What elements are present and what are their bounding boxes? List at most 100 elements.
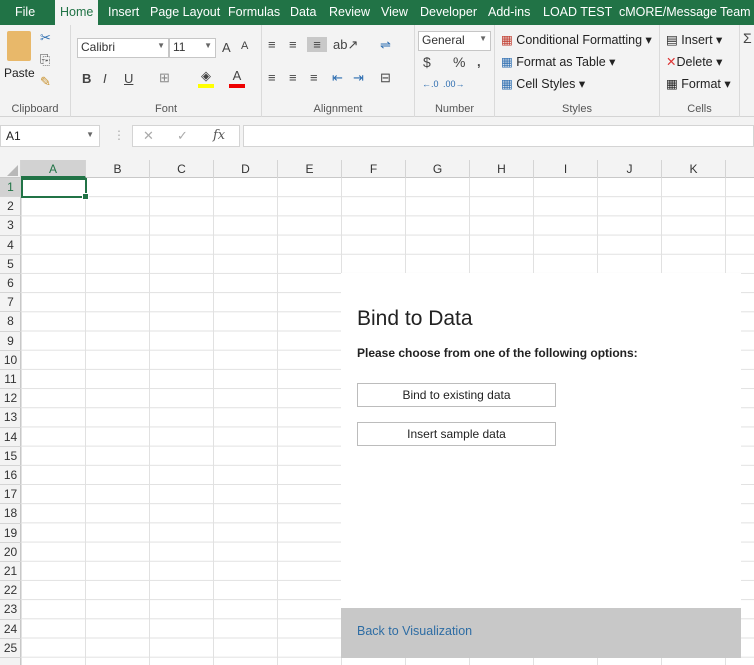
formula-input[interactable]	[243, 125, 754, 147]
row-header-1[interactable]: 1	[0, 178, 21, 198]
tab-home[interactable]: Home	[55, 0, 99, 25]
column-header-I[interactable]: I	[534, 160, 598, 178]
font-color-button[interactable]: A	[229, 68, 245, 88]
paste-button[interactable]: Paste	[4, 66, 35, 80]
row-header-19[interactable]: 19	[0, 524, 21, 543]
middle-align-icon[interactable]: ≡	[289, 37, 297, 52]
autosum-button[interactable]: Σ	[743, 30, 752, 46]
row-header-3[interactable]: 3	[0, 216, 21, 236]
column-header-A[interactable]: A	[21, 160, 86, 178]
bind-existing-data-button[interactable]: Bind to existing data	[357, 383, 556, 407]
top-align-icon[interactable]: ≡	[268, 37, 276, 52]
row-header-16[interactable]: 16	[0, 466, 21, 486]
bottom-align-icon[interactable]: ≡	[307, 37, 327, 52]
orientation-icon[interactable]: ab↗	[333, 37, 358, 53]
tab-data[interactable]: Data	[290, 0, 316, 25]
tab-developer[interactable]: Developer	[420, 0, 477, 25]
bold-button[interactable]: B	[82, 71, 91, 86]
row-header-25[interactable]: 25	[0, 639, 21, 658]
insert-cells-button[interactable]: ▤ Insert ▾	[666, 32, 722, 47]
tab-cmore-message[interactable]: cMORE/Message	[619, 0, 717, 25]
row-header-21[interactable]: 21	[0, 562, 21, 582]
selected-cell[interactable]	[21, 178, 89, 200]
tab-view[interactable]: View	[381, 0, 408, 25]
fill-color-icon[interactable]: ◈	[198, 68, 214, 88]
tab-insert[interactable]: Insert	[108, 0, 139, 25]
font-name-select[interactable]: Calibri ▼	[77, 38, 169, 58]
row-header-17[interactable]: 17	[0, 485, 21, 505]
row-header-14[interactable]: 14	[0, 428, 21, 447]
select-all-button[interactable]	[0, 160, 21, 178]
row-header-8[interactable]: 8	[0, 312, 21, 332]
row-header-22[interactable]: 22	[0, 581, 21, 601]
number-format-select[interactable]: General ▼	[418, 31, 491, 51]
tab-load-test[interactable]: LOAD TEST	[543, 0, 612, 25]
tab-team[interactable]: Team	[720, 0, 751, 25]
column-header-J[interactable]: J	[598, 160, 662, 178]
borders-icon[interactable]: ⊞	[159, 70, 170, 86]
row-header-9[interactable]: 9	[0, 332, 21, 351]
percent-button[interactable]: %	[453, 54, 465, 70]
name-box[interactable]: A1 ▼	[0, 125, 100, 147]
decrease-indent-icon[interactable]: ⇤	[332, 70, 343, 86]
tab-add-ins[interactable]: Add-ins	[488, 0, 530, 25]
increase-decimal-icon[interactable]: ←.0	[422, 79, 439, 89]
row-header-18[interactable]: 18	[0, 504, 21, 524]
row-header-11[interactable]: 11	[0, 370, 21, 390]
wrap-text-icon[interactable]: ⇌	[380, 37, 391, 53]
column-header-B[interactable]: B	[86, 160, 150, 178]
column-header-G[interactable]: G	[406, 160, 470, 178]
insert-sample-data-button[interactable]: Insert sample data	[357, 422, 556, 446]
comma-button[interactable]: ,	[477, 54, 481, 69]
number-label: Number	[434, 103, 475, 115]
shrink-font-button[interactable]: A	[241, 40, 248, 52]
column-header-F[interactable]: F	[342, 160, 406, 178]
cancel-icon[interactable]: ✕	[143, 128, 154, 144]
row-header-5[interactable]: 5	[0, 255, 21, 274]
format-painter-icon[interactable]: ✎	[40, 74, 51, 90]
row-header-7[interactable]: 7	[0, 293, 21, 313]
row-header-2[interactable]: 2	[0, 197, 21, 217]
align-right-icon[interactable]: ≡	[310, 70, 318, 85]
format-cells-button[interactable]: ▦ Format ▾	[666, 76, 731, 91]
currency-button[interactable]: $	[423, 54, 431, 70]
tab-review[interactable]: Review	[329, 0, 370, 25]
column-header-D[interactable]: D	[214, 160, 278, 178]
merge-center-icon[interactable]: ⊟	[380, 70, 391, 86]
column-header-C[interactable]: C	[150, 160, 214, 178]
tab-formulas[interactable]: Formulas	[228, 0, 280, 25]
enter-icon[interactable]: ✓	[177, 128, 188, 144]
row-header-20[interactable]: 20	[0, 543, 21, 562]
align-center-icon[interactable]: ≡	[289, 70, 297, 85]
cells-label: Cells	[687, 103, 712, 115]
column-header-H[interactable]: H	[470, 160, 534, 178]
row-header-6[interactable]: 6	[0, 274, 21, 294]
row-header-15[interactable]: 15	[0, 447, 21, 466]
row-header-10[interactable]: 10	[0, 351, 21, 370]
row-header-24[interactable]: 24	[0, 620, 21, 639]
tab-page-layout[interactable]: Page Layout	[150, 0, 220, 25]
column-header-K[interactable]: K	[662, 160, 726, 178]
font-size-select[interactable]: 11 ▼	[169, 38, 216, 58]
italic-button[interactable]: I	[103, 71, 107, 86]
increase-indent-icon[interactable]: ⇥	[353, 70, 364, 86]
align-left-icon[interactable]: ≡	[268, 70, 276, 85]
copy-icon[interactable]: ⎘	[40, 52, 50, 68]
row-header-4[interactable]: 4	[0, 236, 21, 255]
paste-icon[interactable]	[7, 31, 31, 61]
row-header-23[interactable]: 23	[0, 600, 21, 620]
insert-function-button[interactable]: fx	[213, 128, 225, 143]
row-header-13[interactable]: 13	[0, 408, 21, 428]
underline-button[interactable]: U	[124, 71, 133, 86]
format-as-table-button[interactable]: ▦ Format as Table ▾	[501, 54, 615, 69]
delete-cells-button[interactable]: ✕Delete ▾	[666, 54, 722, 69]
conditional-formatting-button[interactable]: ▦ Conditional Formatting ▾	[501, 32, 652, 47]
decrease-decimal-icon[interactable]: .00→	[443, 79, 465, 89]
tab-file[interactable]: File	[15, 0, 35, 25]
row-header-12[interactable]: 12	[0, 389, 21, 409]
cell-styles-button[interactable]: ▦ Cell Styles ▾	[501, 76, 585, 91]
back-to-visualization-link[interactable]: Back to Visualization	[357, 624, 472, 638]
column-header-E[interactable]: E	[278, 160, 342, 178]
grow-font-button[interactable]: A	[222, 40, 231, 55]
cut-icon[interactable]: ✂	[40, 30, 51, 46]
